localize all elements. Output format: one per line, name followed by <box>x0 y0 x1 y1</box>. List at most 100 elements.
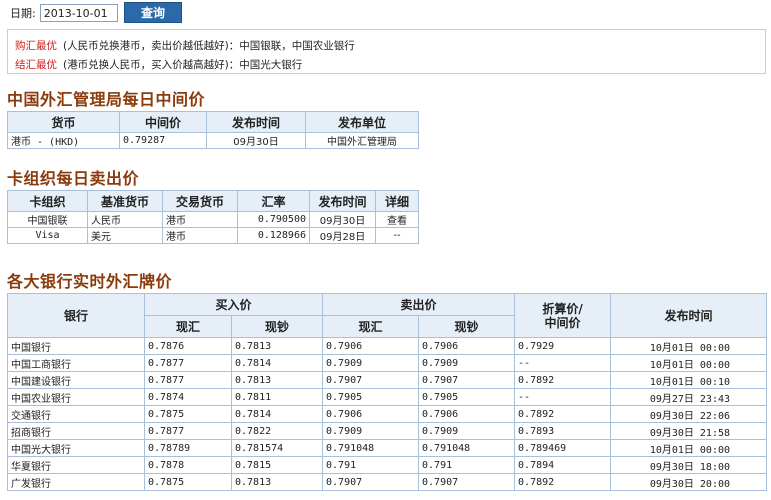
section-title-safe-midrate: 中国外汇管理局每日中间价 <box>7 90 206 109</box>
view-detail-link[interactable]: 查看 <box>375 211 419 228</box>
table-cell: 0.7894 <box>514 456 612 474</box>
table-cell: 0.7905 <box>322 388 420 406</box>
table-cell: -- <box>514 354 612 372</box>
table-cell: 0.7907 <box>418 473 516 491</box>
column-header-sell-cash: 现钞 <box>418 315 516 338</box>
sell-best-text: (港币兑换人民币，买入价越高越好)：中国光大银行 <box>63 59 303 71</box>
table-cell: 0.7909 <box>418 354 516 372</box>
table-cell: 0.79287 <box>119 132 207 149</box>
column-header: 卡组织 <box>7 190 88 212</box>
column-header-sell: 卖出价 <box>322 293 516 316</box>
date-input[interactable] <box>39 4 118 22</box>
column-header-buy-cash: 现钞 <box>230 315 324 338</box>
query-button[interactable]: 查询 <box>124 2 182 23</box>
table-cell: 0.7822 <box>230 422 324 440</box>
table-cell: 0.7875 <box>144 473 232 491</box>
table-cell: 0.7907 <box>322 473 420 491</box>
table-cell: 0.7877 <box>144 371 232 389</box>
table-cell: 中国建设银行 <box>7 371 145 389</box>
sell-best-tag: 结汇最优 <box>15 59 57 71</box>
table-cell: 0.7874 <box>144 388 232 406</box>
table-cell: 10月01日 00:10 <box>610 371 768 389</box>
table-row: 中国银行 0.7876 0.7813 0.7906 0.7906 0.7929 10月01日… <box>7 337 768 355</box>
table-cell: 0.7909 <box>322 354 420 372</box>
table-cell: 0.791048 <box>418 439 516 457</box>
table-cell: 0.7877 <box>144 354 232 372</box>
table-row: 中国银联 人民币 港币 0.790500 09月30日 查看 <box>7 211 419 228</box>
table-cell: 0.7878 <box>144 456 232 474</box>
table-row: 广发银行 0.7875 0.7813 0.7907 0.7907 0.7892 09月30日… <box>7 473 768 491</box>
table-cell: 0.7813 <box>230 371 324 389</box>
table-cell: 中国外汇管理局 <box>305 132 419 149</box>
column-header: 基准货币 <box>87 190 163 212</box>
column-header: 详细 <box>375 190 419 212</box>
table-cell: 华夏银行 <box>7 456 145 474</box>
table-cell: 0.7907 <box>418 371 516 389</box>
sell-best-line: 结汇最优 (港币兑换人民币，买入价越高越好)：中国光大银行 <box>15 57 302 72</box>
table-row: 中国建设银行 0.7877 0.7813 0.7907 0.7907 0.7892 10月0… <box>7 371 768 389</box>
table-row: 华夏银行 0.7878 0.7815 0.791 0.791 0.7894 09月30日 1… <box>7 456 768 474</box>
column-header-bank: 银行 <box>7 293 145 338</box>
table-cell: 0.7813 <box>230 337 324 355</box>
table-cell: 0.7905 <box>418 388 516 406</box>
table-cell: 中国银联 <box>7 211 88 228</box>
table-cell: 0.791 <box>322 456 420 474</box>
table-row: Visa 美元 港币 0.128966 09月28日 -- <box>7 227 419 244</box>
table-cell: 0.78789 <box>144 439 232 457</box>
table-cell: 0.7815 <box>230 456 324 474</box>
column-header-mid: 折算价/ 中间价 <box>514 293 612 338</box>
table-cell: 0.7876 <box>144 337 232 355</box>
table-cell: 0.791 <box>418 456 516 474</box>
table-row: 交通银行 0.7875 0.7814 0.7906 0.7906 0.7892 09月30日… <box>7 405 768 423</box>
table-cell: 0.7929 <box>514 337 612 355</box>
column-header-sell-spot: 现汇 <box>322 315 420 338</box>
section-title-card-sell-rate: 卡组织每日卖出价 <box>7 169 140 188</box>
table-cell: 0.789469 <box>514 439 612 457</box>
table-cell: 0.7906 <box>322 405 420 423</box>
table-cell: 09月30日 <box>206 132 306 149</box>
column-header-time: 发布时间 <box>610 293 768 338</box>
table-cell: 0.7814 <box>230 354 324 372</box>
column-header-buy-spot: 现汇 <box>144 315 232 338</box>
table-cell: -- <box>375 227 419 244</box>
column-header: 汇率 <box>237 190 310 212</box>
column-header: 货币 <box>7 111 120 133</box>
date-label: 日期: <box>10 7 36 20</box>
buy-best-tag: 购汇最优 <box>15 40 57 52</box>
table-cell: 0.7813 <box>230 473 324 491</box>
table-cell: 中国光大银行 <box>7 439 145 457</box>
table-header-row: 银行 买入价 卖出价 折算价/ 中间价 发布时间 <box>7 293 768 338</box>
table-header-row: 货币 中间价 发布时间 发布单位 <box>7 111 419 133</box>
table-cell: 09月30日 22:06 <box>610 405 768 423</box>
table-cell: 0.7906 <box>418 405 516 423</box>
table-cell: 09月30日 21:58 <box>610 422 768 440</box>
table-cell: 10月01日 00:00 <box>610 439 768 457</box>
table-cell: 中国农业银行 <box>7 388 145 406</box>
table-cell: 人民币 <box>87 211 163 228</box>
table-cell: 09月27日 23:43 <box>610 388 768 406</box>
safe-midrate-table: 货币 中间价 发布时间 发布单位 港币 - (HKD) 0.79287 09月3… <box>7 111 419 149</box>
table-cell: 09月30日 <box>309 211 376 228</box>
table-cell: 0.7893 <box>514 422 612 440</box>
table-cell: 0.7909 <box>418 422 516 440</box>
card-org-rate-table: 卡组织 基准货币 交易货币 汇率 发布时间 详细 中国银联 人民币 港币 0.7… <box>7 190 419 244</box>
table-cell: 交通银行 <box>7 405 145 423</box>
table-cell: 0.7892 <box>514 371 612 389</box>
column-header: 发布时间 <box>309 190 376 212</box>
table-cell: 0.7909 <box>322 422 420 440</box>
table-cell: 中国银行 <box>7 337 145 355</box>
table-cell: 0.7877 <box>144 422 232 440</box>
table-cell: 美元 <box>87 227 163 244</box>
bank-rate-table: 银行 买入价 卖出价 折算价/ 中间价 发布时间 现汇 现钞 现汇 现钞 中国银… <box>7 293 768 491</box>
table-row: 招商银行 0.7877 0.7822 0.7909 0.7909 0.7893 09月30日… <box>7 422 768 440</box>
table-cell: 招商银行 <box>7 422 145 440</box>
buy-best-line: 购汇最优 (人民币兑换港币，卖出价越低越好)：中国银联，中国农业银行 <box>15 38 355 53</box>
table-cell: 09月30日 18:00 <box>610 456 768 474</box>
column-header: 中间价 <box>119 111 207 133</box>
date-search-bar: 日期: <box>10 3 118 23</box>
table-cell: 09月30日 20:00 <box>610 473 768 491</box>
table-cell: 0.7907 <box>322 371 420 389</box>
table-cell: 09月28日 <box>309 227 376 244</box>
table-cell: 0.781574 <box>230 439 324 457</box>
table-header-row: 卡组织 基准货币 交易货币 汇率 发布时间 详细 <box>7 190 419 212</box>
